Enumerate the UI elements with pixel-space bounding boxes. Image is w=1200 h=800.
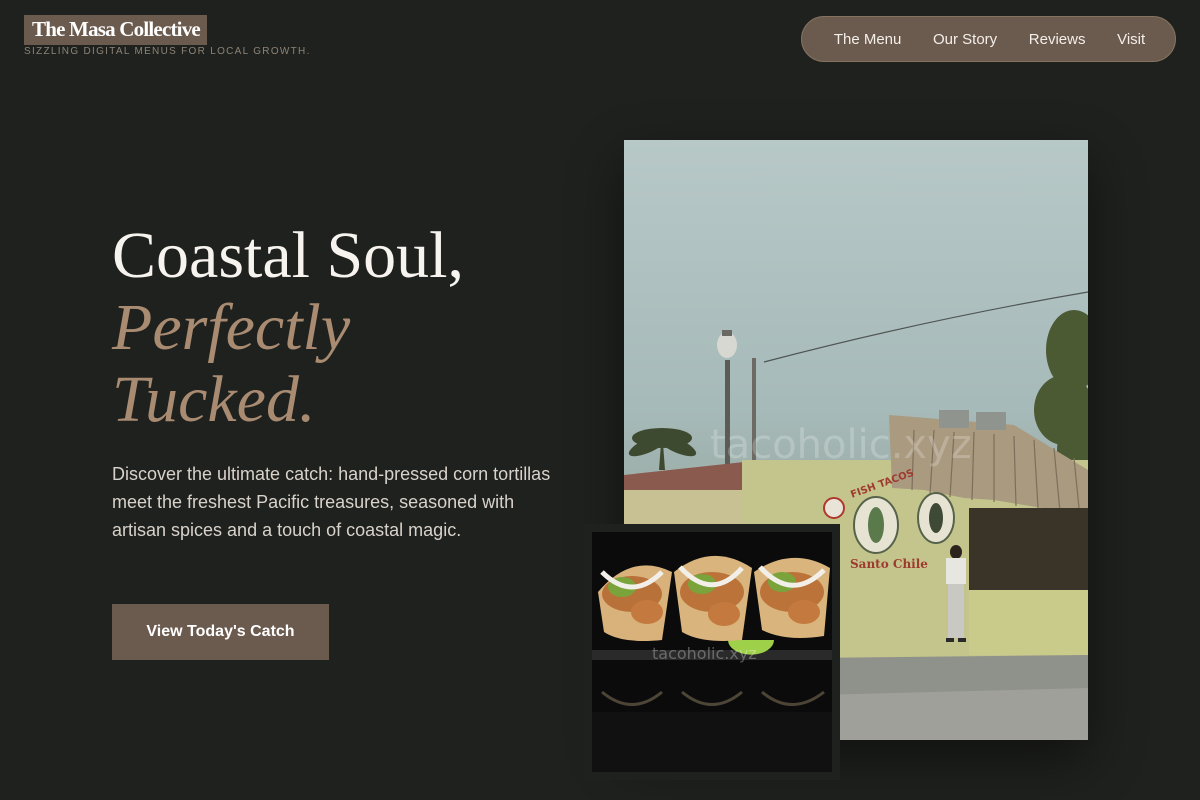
hero-title-line-3: Tucked. [112,363,316,436]
hero-title-line-2: Perfectly [112,291,351,364]
hero-title-line-1: Coastal Soul, [112,219,465,292]
main-nav: The Menu Our Story Reviews Visit [801,16,1176,62]
tacos-photo: tacoholic.xyz [592,532,832,772]
nav-link-reviews[interactable]: Reviews [1029,31,1086,48]
brand-logo-name[interactable]: The Masa Collective [24,15,207,45]
tacos-illustration: tacoholic.xyz [592,532,832,772]
hero-description: Discover the ultimate catch: hand-presse… [112,464,551,540]
nav-link-visit[interactable]: Visit [1117,31,1145,48]
view-todays-catch-button[interactable]: View Today's Catch [112,604,329,660]
hero-title: Coastal Soul, Perfectly Tucked. [112,220,464,436]
nav-link-menu[interactable]: The Menu [834,31,902,48]
tacos-watermark: tacoholic.xyz [652,644,757,663]
brand[interactable]: The Masa Collective Sizzling digital men… [24,15,311,57]
nav-link-our-story[interactable]: Our Story [933,31,997,48]
brand-tagline: Sizzling digital menus for local growth. [24,46,311,57]
restaurant-watermark: tacoholic.xyz [710,422,972,468]
svg-text:Santo Chile: Santo Chile [850,557,928,571]
